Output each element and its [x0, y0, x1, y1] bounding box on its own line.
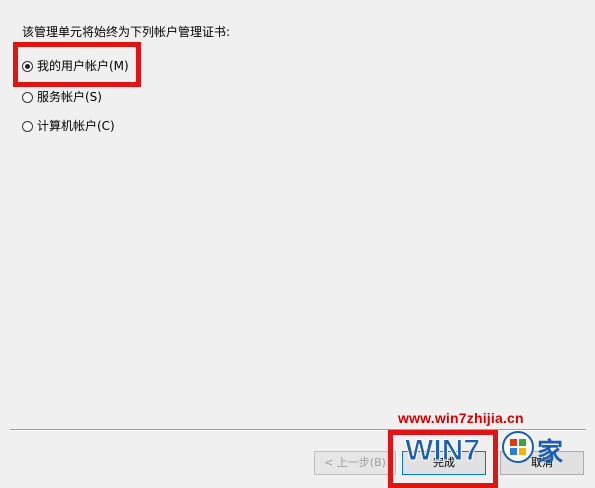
option-service-account[interactable]: 服务帐户(S) — [22, 89, 102, 105]
option-service-account-label: 服务帐户(S) — [37, 90, 102, 104]
option-my-user-account[interactable]: 我的用户帐户(M) — [22, 58, 129, 74]
radio-computer-account[interactable] — [22, 120, 33, 132]
option-computer-account-label: 计算机帐户(C) — [37, 119, 115, 133]
windows-flag-icon — [502, 431, 534, 463]
radio-service-account[interactable] — [22, 91, 33, 103]
back-button[interactable]: < 上一步(B) — [314, 451, 396, 475]
logo-home-char: 家 — [537, 437, 563, 468]
win7-home-logo: WIN7 家 — [405, 431, 563, 468]
option-computer-account[interactable]: 计算机帐户(C) — [22, 118, 115, 134]
logo-win7-text: WIN7 — [405, 434, 480, 467]
option-my-user-account-label: 我的用户帐户(M) — [37, 59, 129, 73]
prompt-label: 该管理单元将始终为下列帐户管理证书: — [22, 25, 231, 39]
radio-my-user-account[interactable] — [22, 60, 33, 72]
watermark-url: www.win7zhijia.cn — [398, 410, 524, 426]
